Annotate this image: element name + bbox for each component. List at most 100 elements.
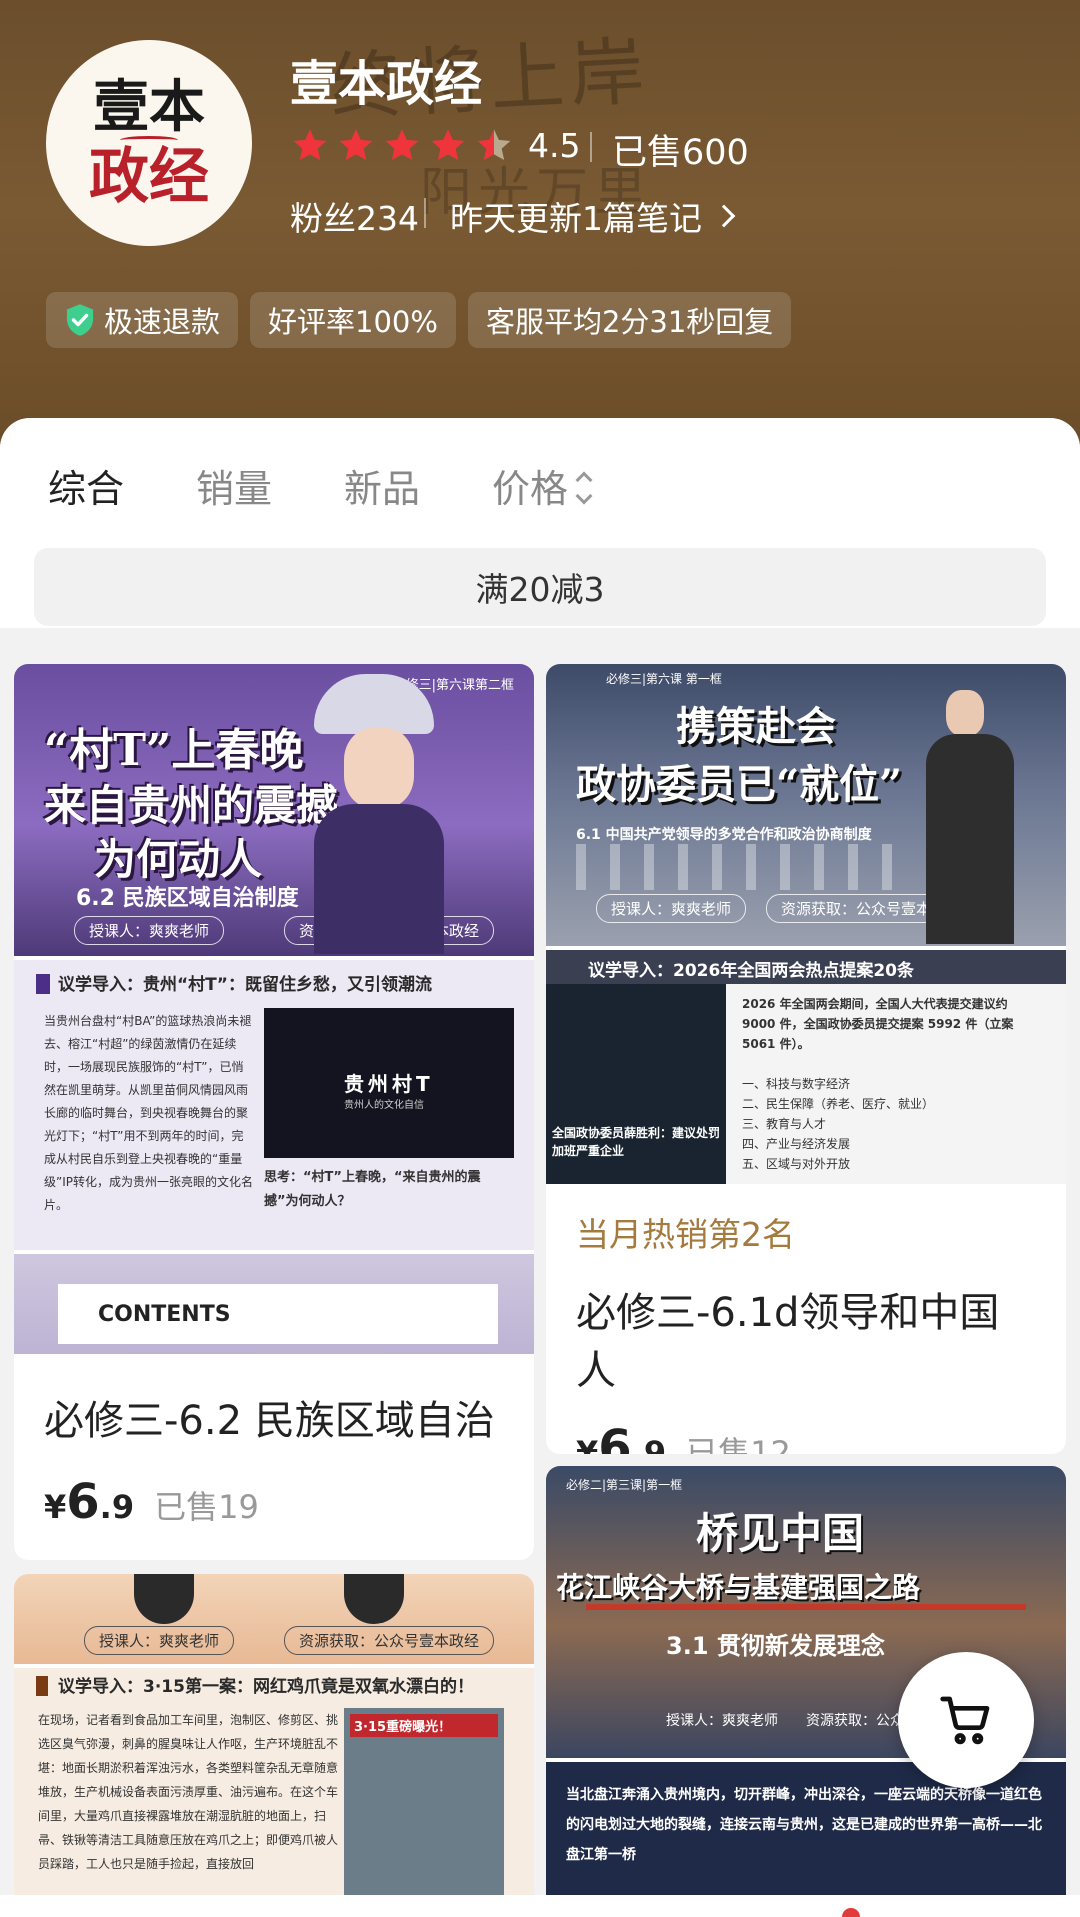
sort-arrows-icon — [575, 470, 593, 504]
slide-intro: 当北盘江奔涌入贵州境内，切开群峰，冲出深谷，一座云端的天桥像一道红色的闪电划过大… — [546, 1762, 1066, 1917]
product-price: ¥6.9 — [576, 1420, 667, 1454]
shop-header: 终将上岸 阳光万里 壹本 政经 壹本政经 4.5 已售600 粉丝234 昨天更… — [0, 0, 1080, 460]
product-title: 必修三-6.2 民族区域自治 — [44, 1398, 495, 1444]
bridge-illustration — [586, 1604, 1026, 1610]
tab-sales[interactable]: 销量 — [196, 458, 272, 513]
slide-subtitle: 6.1 中国共产党领导的多党合作和政治协商制度 — [576, 827, 872, 843]
slide-heading: 议学导入：3·15第一案：网红鸡爪竟是双氧水漂白的！ — [58, 1677, 474, 1697]
teacher-tag: 授课人：爽爽老师 — [84, 1626, 235, 1655]
price-row: ¥6.9 已售12 — [546, 1420, 1066, 1454]
slide-heading: 议学导入：贵州“村T”：既留住乡愁，又引领潮流 — [58, 975, 432, 995]
heading-marker — [36, 1676, 48, 1696]
divider — [424, 198, 426, 228]
tab-overall[interactable]: 综合 — [48, 458, 124, 513]
star-icon — [336, 126, 376, 166]
teacher-tag: 授课人：爽爽老师 — [596, 894, 747, 923]
video-thumbnail: 3·15重磅曝光！ — [344, 1708, 504, 1917]
badge-fast-refund[interactable]: 极速退款 — [46, 292, 239, 348]
video-subtitle: 贵州人的文化自信 — [344, 1100, 424, 1111]
slide-title: “村T”上春晚 — [44, 725, 304, 776]
slide-intro: 议学导入：2026年全国两会热点提案20条 全国政协委员薛胜利：建议处罚加班严重… — [546, 950, 1066, 1184]
badge-service-response[interactable]: 客服平均2分31秒回复 — [467, 292, 792, 348]
slide-body: 当贵州台盘村“村BA”的篮球热浪尚未褪去、榕江“村超”的绿茵激情仍在延续时，一场… — [44, 1014, 253, 1212]
tab-price[interactable]: 价格 — [492, 458, 593, 513]
slide-title: 花江峡谷大桥与基建强国之路 — [556, 1571, 921, 1604]
heading-marker — [36, 974, 50, 994]
slide-title: 为何动人 — [94, 835, 263, 884]
logo-text-bottom: 政经 — [89, 142, 209, 212]
girl-body-illustration — [314, 804, 444, 954]
building-illustration — [576, 844, 906, 890]
cart-icon — [940, 1696, 990, 1745]
girl-face-illustration — [344, 728, 414, 808]
product-price: ¥6.9 — [44, 1474, 135, 1530]
video-title: 贵州村T — [344, 1072, 434, 1096]
slide-contents: CONTENTS — [14, 1254, 534, 1354]
product-thumbnail: 必修三|第六课 第一框 携策赴会 政协委员已“就位” 6.1 中国共产党领导的多… — [546, 664, 1066, 1184]
bottom-bar — [0, 1895, 1080, 1917]
product-title: 必修三-6.1d领导和中国人 — [576, 1290, 1000, 1394]
cart-button[interactable] — [898, 1652, 1034, 1788]
product-sold-count: 已售19 — [154, 1488, 259, 1526]
divider — [590, 132, 592, 162]
person-illustration — [344, 1574, 404, 1624]
slide-intro: 议学导入：3·15第一案：网红鸡爪竟是双氧水漂白的！ 在现场，记者看到食品加工车… — [14, 1668, 534, 1917]
price-row: ¥6.9 已售19 — [14, 1474, 534, 1530]
product-card[interactable]: 必修三|第六课第二框 “村T”上春晚 来自贵州的震撼 为何动人 6.2 民族区域… — [14, 664, 534, 1560]
notes-update-link[interactable]: 昨天更新1篇笔记 — [450, 192, 736, 240]
source-tag: 资源获取：公众号壹本政经 — [284, 1626, 495, 1655]
slide-intro: 议学导入：贵州“村T”：既留住乡愁，又引领潮流 当贵州台盘村“村BA”的篮球热浪… — [14, 960, 534, 1250]
slide-title: 政协委员已“就位” — [576, 761, 903, 808]
slide-title: 携策赴会 — [676, 703, 836, 750]
star-icon — [382, 126, 422, 166]
badge-label: 好评率100% — [268, 305, 438, 339]
star-half-icon — [474, 126, 514, 166]
slide-body: 在现场，记者看到食品加工车间里，泡制区、修剪区、挑选区臭气弥漫，刺鼻的腥臭味让人… — [38, 1713, 339, 1871]
logo-text-top: 壹本 — [93, 74, 205, 140]
shield-check-icon — [66, 304, 94, 336]
product-sold-count: 已售12 — [686, 1434, 791, 1454]
product-thumbnail: 授课人：爽爽老师 资源获取：公众号壹本政经 议学导入：3·15第一案：网红鸡爪竟… — [14, 1574, 534, 1917]
tab-price-label: 价格 — [492, 467, 569, 511]
slide-cover: 授课人：爽爽老师 资源获取：公众号壹本政经 — [14, 1574, 534, 1664]
badge-positive-rate[interactable]: 好评率100% — [250, 292, 456, 348]
video-caption: 全国政协委员薛胜利：建议处罚加班严重企业 — [552, 1126, 721, 1158]
person-body-illustration — [926, 734, 1014, 944]
teacher-label: 授课人：爽爽老师 — [666, 1713, 778, 1729]
slide-title: 来自贵州的震撼 — [44, 781, 339, 830]
product-card[interactable]: 必修三|第六课 第一框 携策赴会 政协委员已“就位” 6.1 中国共产党领导的多… — [546, 664, 1066, 1454]
slide-question: 思考：“村T”上春晚，“来自贵州的震撼”为何动人？ — [264, 1170, 481, 1209]
slide-list: 一、科技与数字经济 二、民生保障（养老、医疗、就业） 三、教育与人才 四、产业与… — [742, 1077, 935, 1171]
slide-cover: 必修三|第六课第二框 “村T”上春晚 来自贵州的震撼 为何动人 6.2 民族区域… — [14, 664, 534, 956]
slide-body: 当北盘江奔涌入贵州境内，切开群峰，冲出深谷，一座云端的天桥像一道红色的闪电划过大… — [566, 1787, 1042, 1863]
chevron-right-icon — [712, 204, 736, 228]
shop-logo[interactable]: 壹本 政经 — [46, 40, 252, 246]
slide-title: 桥见中国 — [696, 1509, 865, 1558]
video-thumbnail: 全国政协委员薛胜利：建议处罚加班严重企业 — [546, 984, 726, 1184]
badge-label: 极速退款 — [104, 305, 221, 339]
service-badges: 极速退款 好评率100% 客服平均2分31秒回复 — [46, 292, 792, 348]
product-thumbnail: 必修三|第六课第二框 “村T”上春晚 来自贵州的震撼 为何动人 6.2 民族区域… — [14, 664, 534, 1354]
shop-sold-count: 已售600 — [612, 133, 749, 173]
star-icon — [428, 126, 468, 166]
slide-heading: 议学导入：2026年全国两会热点提案20条 — [588, 961, 914, 981]
promo-banner[interactable]: 满20减3 — [34, 548, 1046, 626]
slide-subtitle: 6.2 民族区域自治制度 — [76, 886, 299, 911]
filter-bar: 综合 销量 新品 价格 满20减3 — [0, 418, 1080, 628]
slide-header: 必修三|第六课 第一框 — [606, 672, 722, 686]
sort-tabs: 综合 销量 新品 价格 — [48, 458, 593, 513]
notes-update-text: 昨天更新1篇笔记 — [450, 199, 702, 238]
slide-subtitle: 3.1 贯彻新发展理念 — [666, 1632, 885, 1660]
shop-name: 壹本政经 — [290, 56, 483, 112]
slide-body: 2026 年全国两会期间，全国人大代表提交建议约 9000 件，全国政协委员提交… — [742, 997, 1014, 1051]
teacher-tag: 授课人：爽爽老师 — [74, 916, 225, 945]
hot-sale-rank: 当月热销第2名 — [576, 1215, 795, 1254]
slide-cover: 必修三|第六课 第一框 携策赴会 政协委员已“就位” 6.1 中国共产党领导的多… — [546, 664, 1066, 946]
badge-label: 客服平均2分31秒回复 — [485, 305, 774, 339]
fans-count: 粉丝234 — [290, 199, 419, 238]
person-face-illustration — [946, 690, 984, 736]
product-card[interactable]: 授课人：爽爽老师 资源获取：公众号壹本政经 议学导入：3·15第一案：网红鸡爪竟… — [14, 1574, 534, 1917]
video-title: 3·15重磅曝光！ — [350, 1714, 498, 1737]
tab-new[interactable]: 新品 — [344, 458, 420, 513]
rating-stars — [290, 126, 514, 166]
